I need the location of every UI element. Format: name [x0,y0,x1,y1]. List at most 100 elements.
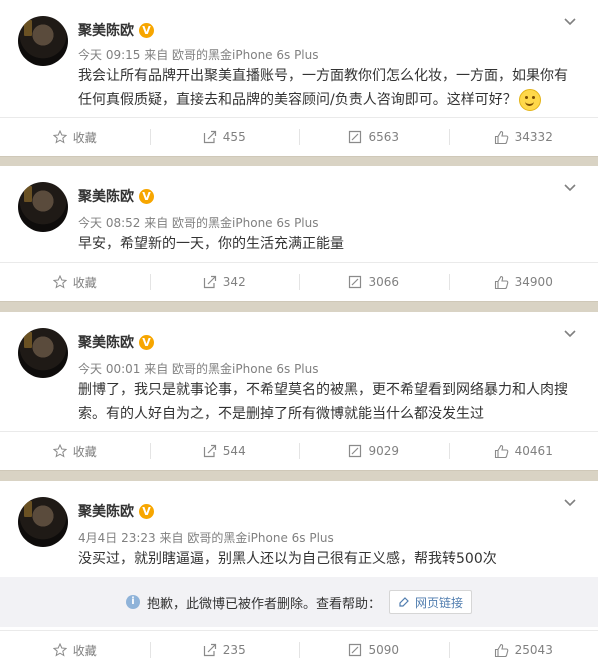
post-meta: 今天 08:52 来自 欧哥的黑金iPhone 6s Plus [78,214,319,231]
web-link-label: 网页链接 [415,595,464,610]
post-time[interactable]: 4月4日 23:23 [78,531,156,545]
post-time[interactable]: 今天 09:15 [78,48,140,62]
chevron-down-icon[interactable] [564,182,576,194]
repost-button[interactable]: 544 [149,432,300,470]
star-icon [52,444,67,458]
post-text-line: 我会让所有品牌开出聚美直播账号，一方面教你们怎么化妆，一方面，如果你有 [78,68,568,84]
favorite-label: 收藏 [72,130,97,145]
web-link-button[interactable]: 网页链接 [389,590,473,614]
author-name[interactable]: 聚美陈欧 [78,332,134,352]
repost-count: 455 [222,130,246,144]
star-icon [52,275,67,289]
author-name[interactable]: 聚美陈欧 [78,186,134,206]
favorite-button[interactable]: 收藏 [0,118,150,156]
action-bar: 收藏 342 3066 34900 [0,262,598,301]
avatar[interactable] [18,497,68,547]
repost-button[interactable]: 342 [149,263,300,301]
verified-badge-icon: V [139,334,154,350]
repost-count: 544 [222,444,246,458]
avatar[interactable] [18,16,68,66]
repost-button[interactable]: 455 [149,118,300,156]
repost-button[interactable]: 235 [149,631,300,669]
favorite-button[interactable]: 收藏 [0,631,150,669]
author-name[interactable]: 聚美陈欧 [78,20,134,40]
post-text-line: 任何真假质疑，直接去和品牌的美容顾问/负责人咨询即可。这样可好？ [78,92,517,108]
comment-count: 9029 [368,444,400,458]
chevron-down-icon[interactable] [564,328,576,340]
like-count: 25043 [514,643,553,657]
star-icon [52,130,67,144]
repost-icon [203,643,216,657]
post-card: 聚美陈欧 V 今天 08:52 来自 欧哥的黑金iPhone 6s Plus 早… [0,166,598,302]
thumbs-up-icon [494,130,508,144]
link-icon [399,597,409,607]
like-button[interactable]: 34332 [448,118,598,156]
post-time[interactable]: 今天 00:01 [78,362,140,376]
post-card: 聚美陈欧 V 4月4日 23:23 来自 欧哥的黑金iPhone 6s Plus… [0,481,598,671]
post-text-line: 没买过，就别瞎逼逼，别黑人还以为自己很有正义感，帮我转500次 [78,551,497,567]
comment-icon [349,130,362,144]
favorite-label: 收藏 [72,275,97,290]
repost-count: 235 [222,643,246,657]
action-bar: 收藏 235 5090 25043 [0,630,598,669]
comment-icon [349,275,362,289]
comment-button[interactable]: 9029 [299,432,449,470]
post-source: 来自 欧哥的黑金iPhone 6s Plus [144,216,319,230]
star-icon [52,643,67,657]
thumbs-up-icon [494,444,508,458]
repost-icon [203,275,216,289]
favorite-label: 收藏 [72,643,97,658]
like-button[interactable]: 34900 [448,263,598,301]
post-text: 早安，希望新的一天，你的生活充满正能量 [78,232,578,256]
post-text: 没买过，就别瞎逼逼，别黑人还以为自己很有正义感，帮我转500次 [78,547,578,571]
verified-badge-icon: V [139,188,154,204]
comment-count: 6563 [368,130,400,144]
post-meta: 4月4日 23:23 来自 欧哥的黑金iPhone 6s Plus [78,529,334,546]
repost-icon [203,130,216,144]
like-button[interactable]: 25043 [448,631,598,669]
comment-button[interactable]: 5090 [299,631,449,669]
deleted-repost-notice: i 抱歉，此微博已被作者删除。查看帮助： 网页链接 [0,577,598,627]
post-text: 删博了，我只是就事论事，不希望莫名的被黑，更不希望看到网络暴力和人肉搜 索。有的… [78,378,578,426]
post-card: 聚美陈欧 V 今天 00:01 来自 欧哥的黑金iPhone 6s Plus 删… [0,312,598,471]
comment-button[interactable]: 6563 [299,118,449,156]
comment-button[interactable]: 3066 [299,263,449,301]
like-button[interactable]: 40461 [448,432,598,470]
post-text: 我会让所有品牌开出聚美直播账号，一方面教你们怎么化妆，一方面，如果你有 任何真假… [78,64,578,112]
repost-icon [203,444,216,458]
like-count: 34900 [514,275,553,289]
post-meta: 今天 00:01 来自 欧哥的黑金iPhone 6s Plus [78,360,319,377]
repost-count: 342 [222,275,246,289]
comment-count: 5090 [368,643,400,657]
favorite-label: 收藏 [72,444,97,459]
author-name[interactable]: 聚美陈欧 [78,501,134,521]
favorite-button[interactable]: 收藏 [0,432,150,470]
post-text-line: 早安，希望新的一天，你的生活充满正能量 [78,236,344,252]
action-bar: 收藏 455 6563 34332 [0,117,598,156]
post-text-line: 索。有的人好自为之，不是删掉了所有微博就能当什么都没发生过 [78,406,484,422]
avatar[interactable] [18,182,68,232]
comment-icon [349,643,362,657]
post-meta: 今天 09:15 来自 欧哥的黑金iPhone 6s Plus [78,46,319,63]
post-source: 来自 欧哥的黑金iPhone 6s Plus [159,531,334,545]
info-icon: i [125,595,140,609]
deleted-notice-text: 抱歉，此微博已被作者删除。查看帮助： [146,596,381,612]
thumbs-up-icon [494,643,508,657]
smile-emoji-icon [518,89,541,111]
favorite-button[interactable]: 收藏 [0,263,150,301]
comment-icon [349,444,362,458]
verified-badge-icon: V [139,503,154,519]
action-bar: 收藏 544 9029 40461 [0,431,598,470]
post-card: 聚美陈欧 V 今天 09:15 来自 欧哥的黑金iPhone 6s Plus 我… [0,0,598,157]
comment-count: 3066 [368,275,400,289]
thumbs-up-icon [494,275,508,289]
post-source: 来自 欧哥的黑金iPhone 6s Plus [144,48,319,62]
weibo-feed: 聚美陈欧 V 今天 09:15 来自 欧哥的黑金iPhone 6s Plus 我… [0,0,598,671]
like-count: 34332 [514,130,553,144]
chevron-down-icon[interactable] [564,497,576,509]
avatar[interactable] [18,328,68,378]
post-text-line: 删博了，我只是就事论事，不希望莫名的被黑，更不希望看到网络暴力和人肉搜 [78,382,568,398]
post-time[interactable]: 今天 08:52 [78,216,140,230]
chevron-down-icon[interactable] [564,16,576,28]
verified-badge-icon: V [139,22,154,38]
